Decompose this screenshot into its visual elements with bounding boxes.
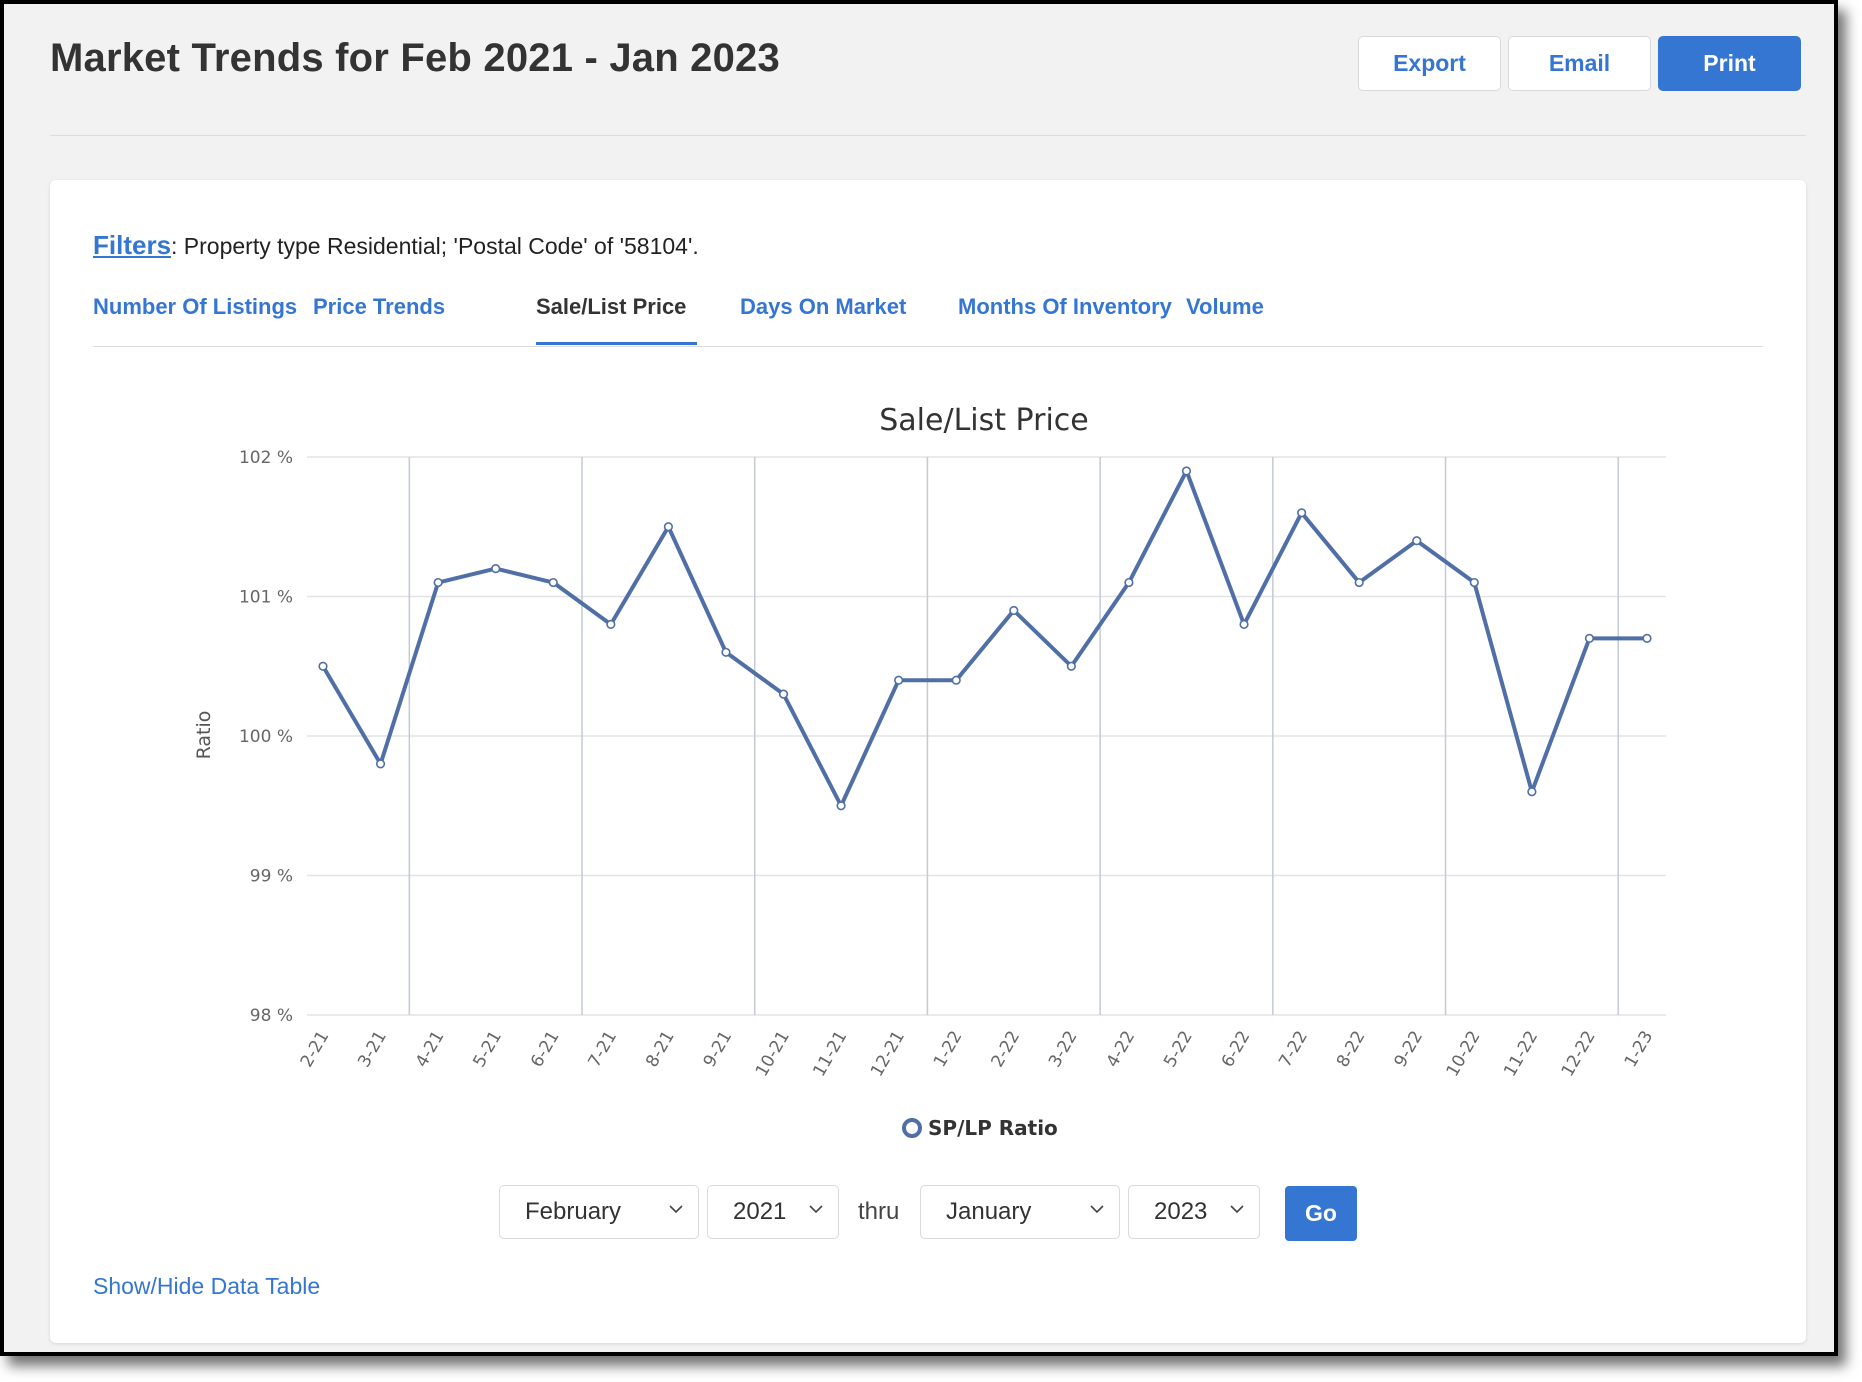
x-tick-label: 8-22 bbox=[1333, 1028, 1370, 1071]
data-point bbox=[433, 577, 443, 588]
end-month-value: January bbox=[946, 1198, 1032, 1225]
data-point bbox=[548, 577, 558, 588]
end-year-value: 2023 bbox=[1154, 1198, 1208, 1225]
x-tick-label: 5-22 bbox=[1160, 1028, 1197, 1071]
x-tick-label: 10-21 bbox=[752, 1028, 794, 1081]
data-point bbox=[894, 675, 904, 685]
start-year-value: 2021 bbox=[733, 1198, 787, 1225]
x-tick-label: 4-21 bbox=[412, 1028, 449, 1071]
data-point bbox=[1297, 508, 1307, 518]
print-button[interactable]: Print bbox=[1658, 36, 1801, 91]
sale-list-price-chart: Sale/List Price Ratio 98 % 99 % 100 % 101 %… bbox=[193, 403, 1666, 1081]
export-button[interactable]: Export bbox=[1358, 36, 1501, 91]
data-point bbox=[1239, 619, 1249, 630]
data-point bbox=[1412, 536, 1422, 546]
chevron-down-icon bbox=[1090, 1205, 1104, 1214]
series-line-sp-lp-ratio bbox=[321, 468, 1647, 808]
y-tick-label: 98 % bbox=[250, 1006, 293, 1026]
window-frame: Market Trends for Feb 2021 - Jan 2023 Ex… bbox=[0, 0, 1838, 1356]
x-tick-label: 3-21 bbox=[354, 1028, 391, 1071]
x-tick-label: 10-22 bbox=[1443, 1028, 1485, 1081]
x-tick-label: 7-21 bbox=[585, 1028, 622, 1071]
legend-label: SP/LP Ratio bbox=[928, 1116, 1058, 1140]
data-point bbox=[491, 564, 501, 574]
data-point bbox=[318, 661, 328, 671]
end-year-select[interactable]: 2023 bbox=[1128, 1185, 1260, 1239]
data-point bbox=[1009, 605, 1019, 616]
chevron-down-icon bbox=[1230, 1205, 1244, 1214]
y-axis-label: Ratio bbox=[193, 711, 215, 760]
data-point bbox=[836, 801, 846, 811]
page-title: Market Trends for Feb 2021 - Jan 2023 bbox=[50, 36, 780, 80]
y-tick-label: 100 % bbox=[239, 727, 293, 747]
chart-title: Sale/List Price bbox=[879, 403, 1089, 438]
data-point bbox=[1354, 577, 1364, 588]
header-divider bbox=[50, 135, 1806, 136]
data-point bbox=[721, 647, 731, 657]
legend-marker-icon bbox=[902, 1118, 922, 1138]
range-separator: thru bbox=[858, 1198, 900, 1225]
x-tick-label: 9-22 bbox=[1390, 1028, 1427, 1071]
y-tick-label: 102 % bbox=[239, 448, 293, 468]
x-tick-label: 8-21 bbox=[642, 1028, 679, 1071]
x-tick-label: 7-22 bbox=[1275, 1028, 1312, 1071]
x-tick-label: 9-21 bbox=[700, 1028, 737, 1071]
x-tick-label: 1-23 bbox=[1621, 1028, 1658, 1071]
x-tick-label: 6-22 bbox=[1218, 1028, 1255, 1071]
x-tick-label: 6-21 bbox=[527, 1028, 564, 1071]
data-point bbox=[951, 675, 961, 685]
x-tick-label: 12-22 bbox=[1558, 1028, 1600, 1081]
x-tick-label: 2-22 bbox=[987, 1028, 1024, 1071]
data-point bbox=[606, 619, 616, 630]
x-tick-label: 12-21 bbox=[867, 1028, 909, 1081]
data-point bbox=[1584, 633, 1595, 643]
x-tick-label: 4-22 bbox=[1103, 1028, 1140, 1071]
chevron-down-icon bbox=[809, 1205, 823, 1214]
y-tick-label: 101 % bbox=[239, 588, 293, 608]
go-button[interactable]: Go bbox=[1285, 1186, 1357, 1241]
x-tick-label: 11-21 bbox=[809, 1028, 851, 1081]
data-point bbox=[375, 759, 386, 769]
start-year-select[interactable]: 2021 bbox=[707, 1185, 839, 1239]
data-point bbox=[1124, 577, 1134, 588]
end-month-select[interactable]: January bbox=[920, 1185, 1120, 1239]
data-point bbox=[1066, 661, 1076, 671]
y-tick-label: 99 % bbox=[250, 867, 293, 887]
data-point bbox=[1181, 466, 1192, 476]
chart-legend[interactable]: SP/LP Ratio bbox=[902, 1116, 1058, 1140]
start-month-select[interactable]: February bbox=[499, 1185, 699, 1239]
start-month-value: February bbox=[525, 1198, 622, 1225]
show-hide-data-table-link[interactable]: Show/Hide Data Table bbox=[93, 1273, 320, 1300]
data-point bbox=[663, 522, 673, 532]
x-tick-label: 11-22 bbox=[1500, 1028, 1542, 1081]
email-button[interactable]: Email bbox=[1508, 36, 1651, 91]
x-tick-label: 1-22 bbox=[930, 1028, 967, 1071]
x-tick-label: 5-21 bbox=[469, 1028, 506, 1071]
data-point bbox=[1527, 787, 1537, 797]
chevron-down-icon bbox=[669, 1205, 683, 1214]
data-point bbox=[778, 689, 789, 699]
x-tick-label: 2-21 bbox=[297, 1028, 334, 1071]
x-tick-label: 3-22 bbox=[1045, 1028, 1082, 1071]
chart-card: Filters: Property type Residential; 'Pos… bbox=[50, 180, 1806, 1343]
data-point bbox=[1642, 633, 1652, 643]
data-point bbox=[1469, 577, 1479, 588]
